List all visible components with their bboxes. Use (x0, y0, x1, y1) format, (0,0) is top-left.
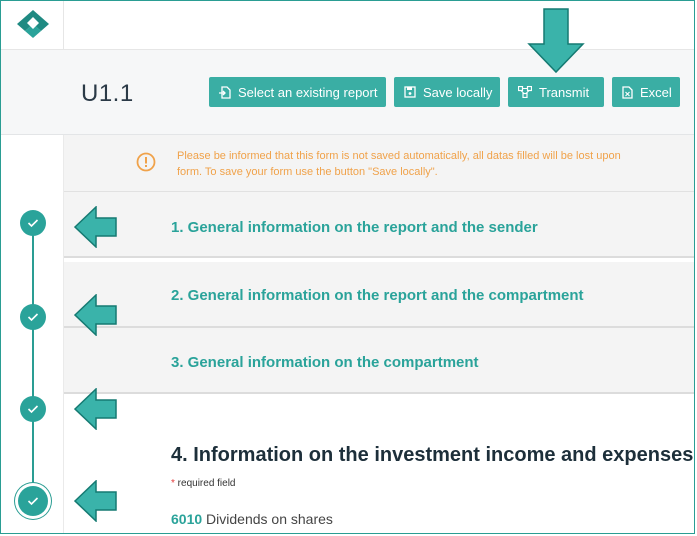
section-2-title[interactable]: 2. General information on the report and… (171, 287, 584, 304)
warning-circle-icon (136, 152, 156, 172)
floppy-disk-icon (404, 86, 416, 98)
step-1-indicator[interactable] (20, 210, 46, 236)
left-arrow-annotation-icon (74, 480, 117, 522)
share-nodes-icon (518, 86, 532, 98)
excel-label: Excel (640, 84, 672, 100)
step-2-indicator[interactable] (20, 304, 46, 330)
save-locally-button[interactable]: Save locally (394, 77, 500, 107)
select-existing-report-label: Select an existing report (238, 84, 378, 100)
transmit-button[interactable]: Transmit (508, 77, 604, 107)
checkmark-icon (27, 497, 39, 506)
progress-line (32, 225, 34, 501)
left-arrow-annotation-icon (74, 206, 117, 248)
section-1-title[interactable]: 1. General information on the report and… (171, 219, 538, 236)
logo[interactable] (1, 1, 64, 49)
field-code: 6010 (171, 511, 203, 527)
section-4-title: 4. Information on the investment income … (171, 444, 694, 466)
screenshot-frame: U1.1 Select an existing report Save loca… (0, 0, 695, 534)
logo-icon (17, 10, 49, 38)
top-bar (1, 1, 694, 50)
step-3-indicator[interactable] (20, 396, 46, 422)
step-4-indicator[interactable] (18, 486, 48, 516)
checkmark-icon (27, 313, 39, 322)
transmit-label: Transmit (539, 84, 590, 100)
down-arrow-annotation-icon (527, 8, 585, 74)
checkmark-icon (27, 219, 39, 228)
left-arrow-annotation-icon (74, 388, 117, 430)
excel-button[interactable]: Excel (612, 77, 680, 107)
required-field-note: * required field (171, 478, 236, 489)
required-label: required field (174, 478, 236, 489)
warning-line-1: Please be informed that this form is not… (177, 150, 621, 162)
warning-line-2: form. To save your form use the button "… (177, 166, 438, 178)
page-title: U1.1 (81, 80, 134, 107)
save-locally-label: Save locally (423, 84, 493, 100)
field-6010-label: 6010 Dividends on shares (171, 511, 333, 527)
excel-file-icon (622, 85, 633, 99)
field-label: Dividends on shares (202, 511, 333, 527)
section-3-title[interactable]: 3. General information on the compartmen… (171, 354, 479, 371)
select-existing-report-button[interactable]: Select an existing report (209, 77, 386, 107)
checkmark-icon (27, 405, 39, 414)
left-arrow-annotation-icon (74, 294, 117, 336)
file-import-icon (219, 85, 231, 99)
warning-text: Please be informed that this form is not… (177, 148, 692, 180)
